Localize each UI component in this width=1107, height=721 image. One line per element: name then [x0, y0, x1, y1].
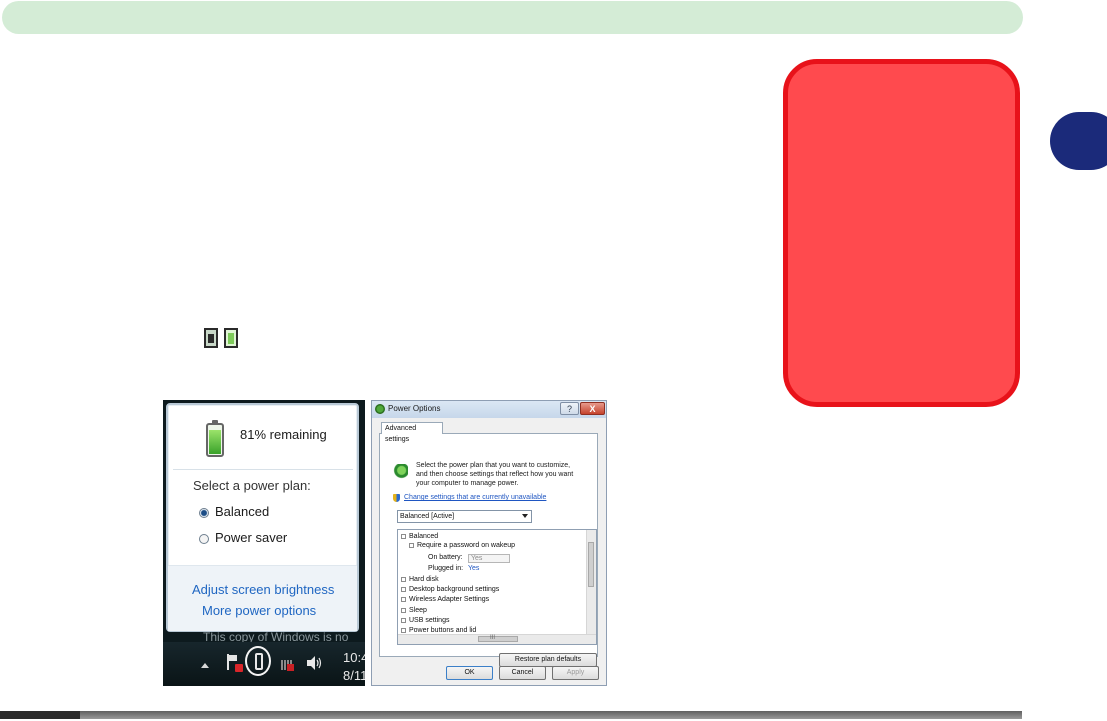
tab-advanced-settings[interactable]: Advanced settings [381, 422, 443, 443]
tree-item-hard-disk[interactable]: Hard disk [401, 576, 439, 583]
chapter-tab [1050, 112, 1107, 170]
clock-date[interactable]: 8/11 [343, 668, 365, 683]
battery-remaining-text: 81% remaining [240, 427, 327, 442]
collapse-icon[interactable] [401, 533, 406, 539]
intro-text-line1: Select the power plan that you want to c… [416, 462, 571, 469]
expand-icon[interactable] [401, 627, 406, 633]
help-button[interactable]: ? [560, 402, 579, 415]
power-plan-icon [392, 464, 408, 480]
divider [173, 469, 353, 470]
power-plan-heading: Select a power plan: [193, 478, 311, 493]
tree-item-desktop-background[interactable]: Desktop background settings [401, 586, 499, 593]
tree-label: Balanced [409, 533, 439, 540]
battery-level-icon [206, 420, 224, 457]
tree-item-sleep[interactable]: Sleep [401, 607, 427, 614]
on-battery-value-select[interactable]: Yes [468, 554, 510, 563]
intro-text-line3: your computer to manage power. [416, 480, 519, 487]
tray-battery-icon[interactable] [255, 653, 263, 670]
cancel-button[interactable]: Cancel [499, 666, 546, 680]
window-body: Advanced settings Select the power plan … [372, 418, 606, 685]
tree-label: Hard disk [409, 576, 439, 583]
expand-icon[interactable] [401, 576, 406, 582]
clock-time[interactable]: 10:4 [343, 650, 365, 665]
tree-item-balanced[interactable]: Balanced [401, 533, 438, 540]
tree-item-wireless-adapter[interactable]: Wireless Adapter Settings [401, 596, 489, 603]
tree-label: Wireless Adapter Settings [409, 596, 490, 603]
restore-defaults-button[interactable]: Restore plan defaults [499, 653, 597, 667]
flyout-footer [168, 565, 357, 631]
plugged-in-label: Plugged in: [428, 565, 464, 572]
balanced-label[interactable]: Balanced [215, 504, 269, 519]
power-plan-select[interactable]: Balanced [Active] [397, 510, 532, 523]
scroll-grip: III [490, 635, 496, 641]
battery-icon [224, 328, 238, 348]
tree-item-power-buttons[interactable]: Power buttons and lid [401, 627, 476, 634]
expand-icon[interactable] [401, 596, 406, 602]
footer-line [0, 711, 1022, 719]
expand-icon[interactable] [401, 617, 406, 623]
on-battery-label: On battery: [428, 554, 463, 561]
collapse-icon[interactable] [409, 542, 414, 548]
balanced-radio[interactable] [199, 508, 209, 518]
speaker-icon[interactable] [306, 655, 322, 671]
tree-label: Require a password on wakeup [417, 542, 516, 549]
tree-item-usb-settings[interactable]: USB settings [401, 617, 449, 624]
chevron-down-icon[interactable] [522, 514, 528, 518]
note-panel [783, 59, 1020, 407]
power-options-window: Power Options ? X Advanced settings Sele… [371, 400, 607, 686]
close-button[interactable]: X [580, 402, 605, 415]
flag-alert-icon [235, 664, 243, 672]
plugged-in-value[interactable]: Yes [468, 565, 479, 572]
intro-text-line2: and then choose settings that reflect ho… [416, 471, 574, 478]
expand-icon[interactable] [401, 586, 406, 592]
tree-label: Desktop background settings [409, 586, 500, 593]
power-saver-radio[interactable] [199, 534, 209, 544]
tree-label: Power buttons and lid [409, 627, 477, 634]
advanced-settings-panel: Select the power plan that you want to c… [379, 433, 598, 667]
window-title: Power Options [388, 404, 441, 413]
ok-button[interactable]: OK [446, 666, 493, 680]
show-hidden-icons-arrow-icon[interactable] [201, 663, 209, 668]
header-bar [2, 1, 1023, 34]
taskbar: 10:4 8/11 [163, 642, 365, 686]
uac-shield-icon [393, 494, 400, 502]
adjust-brightness-link[interactable]: Adjust screen brightness [192, 582, 334, 597]
tree-item-require-password[interactable]: Require a password on wakeup [409, 542, 515, 549]
more-power-options-link[interactable]: More power options [202, 603, 316, 618]
change-settings-link[interactable]: Change settings that are currently unava… [404, 494, 546, 501]
power-saver-label[interactable]: Power saver [215, 530, 287, 545]
battery-flyout-screenshot: W 81% remaining Select a power plan: Bal… [163, 400, 365, 686]
settings-tree[interactable]: Balanced Require a password on wakeup On… [397, 529, 597, 645]
horizontal-scroll-thumb[interactable] [478, 636, 518, 642]
battery-flyout: 81% remaining Select a power plan: Balan… [166, 403, 359, 632]
expand-icon[interactable] [401, 607, 406, 613]
power-options-icon [375, 404, 385, 414]
vertical-scroll-thumb[interactable] [588, 542, 594, 587]
plugged-in-battery-icon [204, 328, 218, 348]
network-error-icon [287, 664, 294, 671]
title-bar: Power Options ? X [372, 401, 606, 418]
apply-button[interactable]: Apply [552, 666, 599, 680]
tree-label: USB settings [409, 617, 450, 624]
footer-accent [0, 711, 80, 719]
tree-label: Sleep [409, 607, 427, 614]
